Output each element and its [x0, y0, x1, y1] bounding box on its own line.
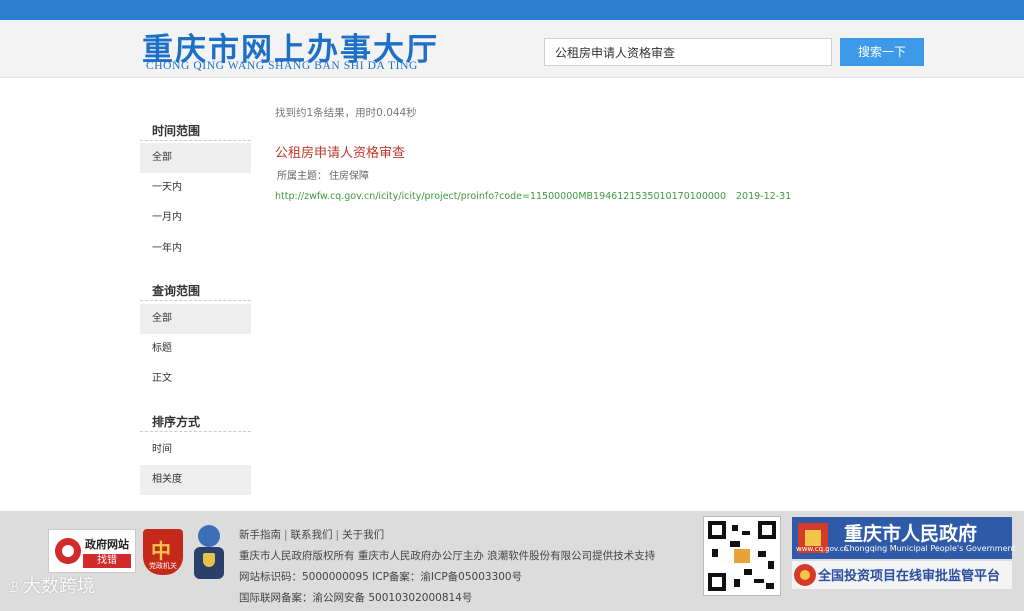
badge-zhaocuo-sub: 找错	[83, 554, 131, 568]
qr-module	[732, 525, 738, 531]
qr-module	[712, 549, 718, 557]
top-bar	[0, 0, 1024, 20]
qr-module	[754, 579, 764, 583]
result-topic-value: 住房保障	[329, 171, 369, 182]
qr-module	[742, 531, 750, 535]
result-summary: 找到约1条结果，用时0.044秒	[275, 107, 417, 119]
cq-gov-banner[interactable]: www.cq.gov.cn 重庆市人民政府 Chongqing Municipa…	[792, 517, 1016, 559]
party-gov-agency-badge[interactable]: 中 党政机关	[143, 529, 183, 575]
magnifier-icon	[55, 538, 81, 564]
gov-banner-site: www.cq.gov.cn	[796, 545, 849, 553]
qr-module	[758, 551, 766, 557]
result-title-link[interactable]: 公租房申请人资格审查	[275, 142, 405, 161]
gov-banner-subtitle: Chongqing Municipal People's Government	[844, 544, 1016, 553]
header: 重庆市网上办事大厅 CHONG QING WANG SHANG BAN SHI …	[0, 20, 1024, 78]
qr-module	[768, 561, 774, 569]
sort-by-time[interactable]: 时间	[140, 435, 251, 465]
gov-building-icon-inner	[805, 530, 821, 546]
qr-code-icon	[703, 516, 781, 596]
footer-link-about[interactable]: 关于我们	[342, 529, 384, 541]
filter-title-query-range: 查询范围	[140, 283, 251, 301]
filter-time-day[interactable]: 一天内	[140, 173, 251, 203]
sort-by-relevance[interactable]: 相关度	[140, 465, 251, 495]
qr-center-logo	[734, 549, 750, 563]
link-separator: |	[335, 529, 340, 541]
qr-anchor	[758, 521, 776, 539]
result-url-line: http://zwfw.cq.gov.cn/icity/icity/projec…	[275, 191, 791, 202]
filter-title-sort: 排序方式	[140, 414, 251, 432]
badge-dangzheng-sub: 党政机关	[149, 562, 177, 570]
watermark-text: 大数跨境	[23, 576, 96, 597]
watermark-logo-icon: ℬ	[8, 580, 20, 596]
police-badge-icon[interactable]	[190, 525, 230, 581]
footer-copyright: 重庆市人民政府版权所有 重庆市人民政府办公厅主办 浪潮软件股份有限公司提供技术支…	[239, 550, 656, 562]
footer-site-id: 网站标识码：5000000095 ICP备案：渝ICP备05003300号	[239, 571, 523, 583]
badge-zhaocuo-title: 政府网站	[85, 538, 129, 551]
footer-police-record: 国际联网备案：渝公网安备 50010302000814号	[239, 592, 473, 604]
gov-site-error-report-badge[interactable]: 政府网站 找错	[48, 529, 136, 573]
filter-time-year[interactable]: 一年内	[140, 234, 251, 264]
filter-title-time-range: 时间范围	[140, 123, 251, 141]
national-emblem-icon	[794, 564, 816, 586]
site-logo[interactable]: 重庆市网上办事大厅 CHONG QING WANG SHANG BAN SHI …	[142, 24, 482, 76]
investment-platform-banner[interactable]: 全国投资项目在线审批监管平台	[792, 561, 1012, 589]
filter-time-all[interactable]: 全部	[140, 143, 251, 173]
investment-platform-title: 全国投资项目在线审批监管平台	[818, 569, 1001, 584]
badge-dangzheng-char: 中	[151, 539, 171, 563]
footer-links: 新手指南 | 联系我们 | 关于我们	[239, 527, 384, 542]
filter-query-body[interactable]: 正文	[140, 364, 251, 394]
logo-title-en: CHONG QING WANG SHANG BAN SHI DA TING	[146, 60, 418, 72]
police-shield-shape	[203, 553, 215, 567]
qr-module	[734, 579, 740, 587]
footer-link-guide[interactable]: 新手指南	[239, 529, 281, 541]
footer-link-contact[interactable]: 联系我们	[291, 529, 333, 541]
link-separator: |	[284, 529, 288, 541]
result-topic-label: 所属主题：	[277, 171, 327, 182]
search-input[interactable]	[544, 38, 832, 66]
search-button[interactable]: 搜索一下	[840, 38, 924, 66]
result-date: 2019-12-31	[736, 191, 792, 202]
footer: 政府网站 找错 中 党政机关 新手指南 | 联系我们 | 关于我们 重庆市人民政府版权所…	[0, 511, 1024, 611]
qr-anchor	[708, 573, 726, 591]
watermark: ℬ 大数跨境	[8, 572, 95, 598]
police-head-shape	[198, 525, 220, 547]
result-url[interactable]: http://zwfw.cq.gov.cn/icity/icity/projec…	[275, 191, 726, 202]
qr-anchor	[708, 521, 726, 539]
filter-query-all[interactable]: 全部	[140, 304, 251, 334]
qr-module	[730, 541, 740, 547]
result-topic: 所属主题： 住房保障	[275, 167, 369, 182]
filter-time-month[interactable]: 一月内	[140, 203, 251, 233]
filter-query-title[interactable]: 标题	[140, 334, 251, 364]
qr-module	[766, 583, 774, 589]
gov-banner-title: 重庆市人民政府	[844, 523, 978, 545]
qr-module	[744, 569, 752, 575]
